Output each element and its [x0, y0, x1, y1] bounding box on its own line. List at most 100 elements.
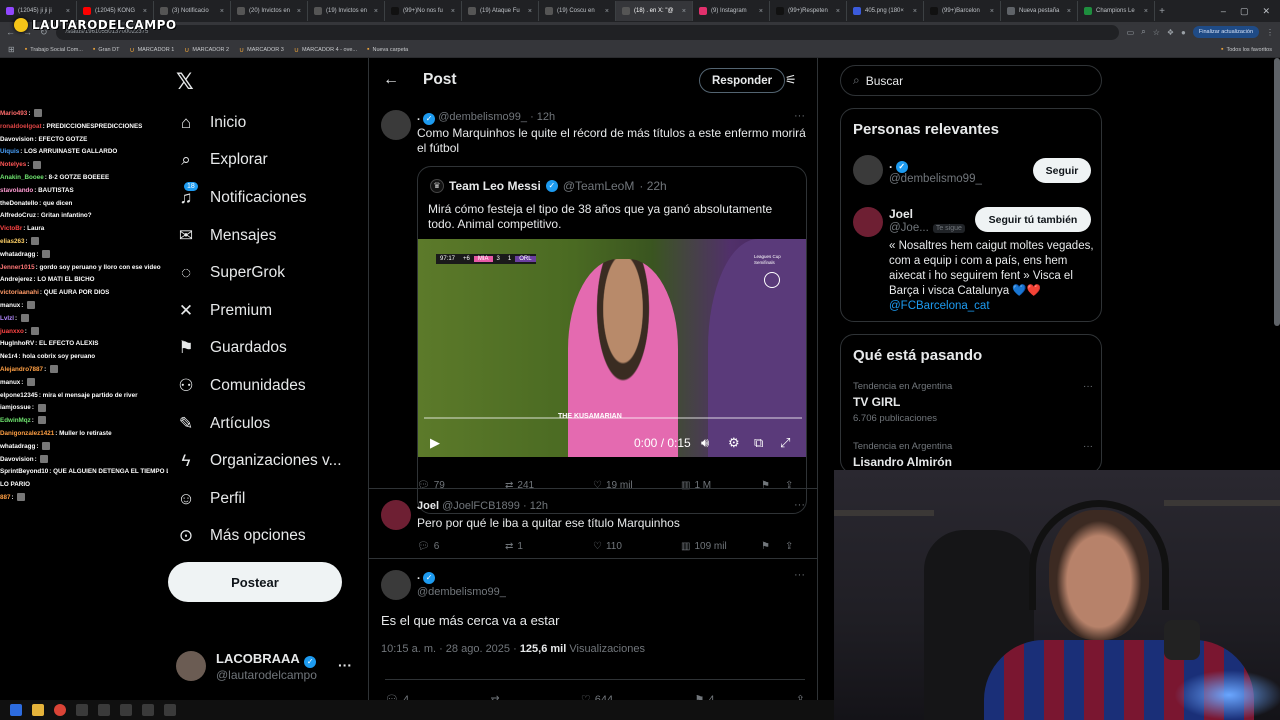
bookmark-item[interactable]: ∪ MARCADOR 4 - ove... [294, 46, 357, 54]
fullscreen-icon[interactable]: ⤢ [780, 435, 790, 451]
tab-close-icon[interactable]: × [1144, 8, 1148, 15]
profile-avatar-icon[interactable]: ● [1181, 28, 1186, 37]
views-action[interactable]: ▥ 109 mil [681, 541, 761, 552]
bookmark-item[interactable]: ∪ MARCADOR 2 [184, 46, 229, 54]
tab-close-icon[interactable]: × [297, 8, 301, 15]
relevant-person[interactable]: Joel @Joe... Te sigue Seguir tú también «… [853, 207, 1094, 317]
video-player[interactable]: 97:17 +6 MIA 3 1 ORL Leagues Cup Semifin… [418, 239, 806, 457]
close-window-icon[interactable]: ✕ [1262, 6, 1270, 17]
chat-username[interactable]: Alejandro7887 [0, 366, 43, 373]
focused-reply-tweet[interactable]: . ✓ @dembelismo99_ ··· Es el que más cer… [369, 558, 817, 720]
app-icon[interactable] [76, 704, 88, 716]
apps-grid-icon[interactable]: ⊞ [8, 45, 15, 54]
chat-username[interactable]: HuglnhoRV [0, 340, 34, 347]
reply-tweet[interactable]: Joel @JoelFCB1899 · 12h ··· Pero por qué… [369, 488, 817, 558]
chat-username[interactable]: Danigonzalez1421 [0, 430, 54, 437]
chat-username[interactable]: juanxxo [0, 328, 24, 335]
follow-button[interactable]: Seguir [1033, 158, 1091, 183]
nav-item-comunidades[interactable]: ⚇ Comunidades [176, 367, 342, 405]
browser-tab[interactable]: (9) Instagram × [693, 1, 770, 21]
picture-in-picture-icon[interactable]: ⧉ [754, 435, 763, 451]
author-avatar[interactable] [381, 110, 411, 140]
chat-username[interactable]: Ne1r4 [0, 353, 18, 360]
like-action[interactable]: ♡ 110 [593, 541, 681, 552]
chat-username[interactable]: Lvlzl [0, 315, 14, 322]
chat-username[interactable]: whatadragg [0, 443, 35, 450]
browser-tab[interactable]: (99+)No nos fu × [385, 1, 462, 21]
chat-username[interactable]: ronaldoelgoat [0, 123, 42, 130]
tab-close-icon[interactable]: × [220, 8, 224, 15]
quoted-tweet[interactable]: ♛ Team Leo Messi ✓ @TeamLeoM · 22h Mirá … [417, 166, 807, 514]
tweet-main-quoted[interactable]: . ✓ @dembelismo99_ · 12h ··· Como Marqui… [369, 102, 817, 542]
browser-tab[interactable]: Champions Le × [1078, 1, 1155, 21]
minimize-icon[interactable]: – [1221, 6, 1226, 17]
chat-username[interactable]: Anakin_Booee [0, 174, 44, 181]
app-icon[interactable] [164, 704, 176, 716]
browser-tab[interactable]: (20) Invictos en × [231, 1, 308, 21]
bookmark-action[interactable]: ⚑ [761, 541, 785, 552]
reply-action[interactable]: 💬︎ 6 [417, 541, 505, 552]
chat-username[interactable]: EdwinMqz [0, 417, 31, 424]
filter-settings-icon[interactable]: ⚟ [785, 72, 797, 88]
chat-username[interactable]: VictoBr [0, 225, 22, 232]
nav-item-explorar[interactable]: ⌕ Explorar [176, 142, 342, 180]
author-avatar[interactable] [381, 570, 411, 600]
chat-username[interactable]: manux [0, 379, 20, 386]
bookmark-item[interactable]: ▪ Gran DT [93, 46, 120, 53]
chat-username[interactable]: theDonatello [0, 200, 38, 207]
nav-item-notificaciones[interactable]: ♫ 18 Notificaciones [176, 179, 342, 217]
follow-back-button[interactable]: Seguir tú también [975, 207, 1091, 232]
share-action[interactable]: ⇪ [785, 541, 793, 552]
bookmark-item[interactable]: ∪ MARCADOR 1 [129, 46, 174, 54]
star-icon[interactable]: ☆ [1153, 28, 1160, 37]
tab-close-icon[interactable]: × [451, 8, 455, 15]
start-icon[interactable] [10, 704, 22, 716]
app-icon[interactable] [98, 704, 110, 716]
reply-button[interactable]: Responder [699, 68, 786, 93]
tab-close-icon[interactable]: × [605, 8, 609, 15]
browser-tab[interactable]: (99+)Respeten × [770, 1, 847, 21]
nav-item-mensajes[interactable]: ✉ Mensajes [176, 217, 342, 255]
address-bar[interactable]: /status/1961055013700022375 [55, 24, 1119, 40]
app-icon[interactable] [142, 704, 154, 716]
tab-close-icon[interactable]: × [682, 8, 686, 15]
chat-username[interactable]: Jenner1015 [0, 264, 35, 271]
nav-item-artículos[interactable]: ✎ Artículos [176, 405, 342, 443]
browser-tab[interactable]: (99+)Barcelon × [924, 1, 1001, 21]
chat-username[interactable]: AlfredoCruz [0, 212, 36, 219]
chat-username[interactable]: Uiquis [0, 148, 19, 155]
chat-username[interactable]: iamjossue [0, 404, 31, 411]
play-icon[interactable]: ▶ [430, 435, 440, 451]
nav-item-supergrok[interactable]: ◌ SuperGrok [176, 254, 342, 292]
back-arrow-icon[interactable]: ← [383, 71, 399, 89]
bookmark-item[interactable]: ∪ MARCADOR 3 [239, 46, 284, 54]
x-logo-icon[interactable]: 𝕏 [176, 70, 194, 95]
chat-username[interactable]: Notelyes [0, 161, 26, 168]
chat-username[interactable]: stavolando [0, 187, 33, 194]
account-more-icon[interactable]: ··· [338, 657, 352, 673]
browser-tab[interactable]: (19) Ataque Fu × [462, 1, 539, 21]
tab-close-icon[interactable]: × [374, 8, 378, 15]
chat-username[interactable]: Mario493 [0, 110, 27, 117]
chat-username[interactable]: Davovision [0, 456, 34, 463]
chat-username[interactable]: victoriaanahi [0, 289, 39, 296]
chat-username[interactable]: whatadragg [0, 251, 35, 258]
browser-tab[interactable]: 405.png (180× × [847, 1, 924, 21]
chat-username[interactable]: Davovision [0, 136, 34, 143]
bookmark-item[interactable]: ▪ Trabajo Social Com... [25, 46, 83, 53]
video-progress-bar[interactable] [424, 417, 802, 419]
nav-item-inicio[interactable]: ⌂ Inicio [176, 104, 342, 142]
chat-username[interactable]: SprintBeyond10 [0, 468, 48, 475]
bookmark-item[interactable]: ▪ Nueva carpeta [367, 46, 408, 53]
chat-username[interactable]: manux [0, 302, 20, 309]
trend-more-icon[interactable]: ··· [1083, 441, 1093, 452]
nav-item-más-opciones[interactable]: ⊙ Más opciones [176, 518, 342, 556]
trend-item[interactable]: Tendencia en Argentina TV GIRL 6.706 pub… [853, 381, 1093, 424]
tab-close-icon[interactable]: × [1067, 8, 1071, 15]
zoom-icon[interactable]: ⌕ [1141, 27, 1145, 37]
browser-tab[interactable]: (19) Coscu en × [539, 1, 616, 21]
tab-close-icon[interactable]: × [528, 8, 532, 15]
maximize-icon[interactable]: ▢ [1240, 6, 1249, 17]
extension-icon[interactable]: ❖ [1167, 28, 1174, 37]
nav-item-premium[interactable]: ✕ Premium [176, 292, 342, 330]
